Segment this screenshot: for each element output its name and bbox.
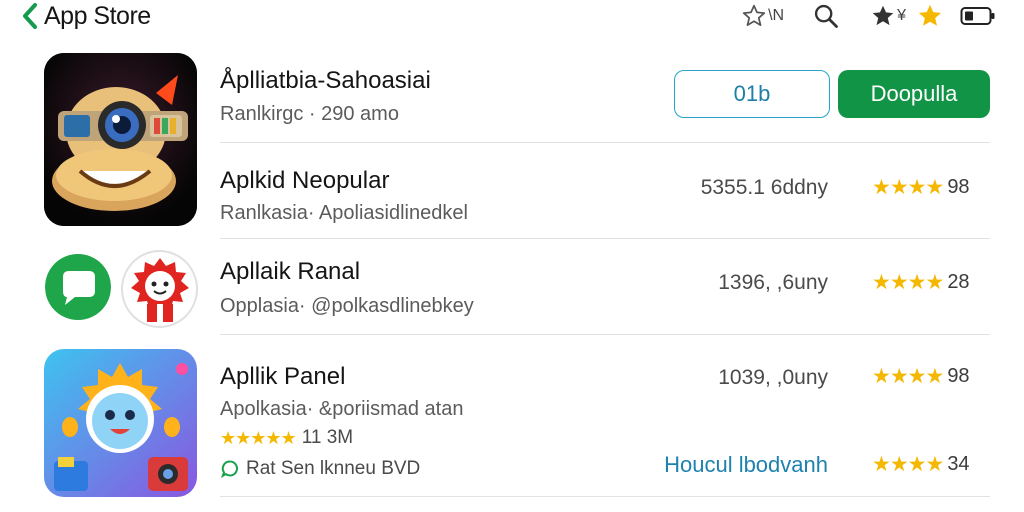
featured-button[interactable] bbox=[916, 2, 944, 30]
star-icon-text: \N bbox=[768, 7, 785, 24]
search-icon bbox=[815, 4, 838, 28]
app-rating: ★★★★ 28 bbox=[872, 270, 970, 295]
search-button[interactable] bbox=[812, 2, 840, 30]
battery-indicator bbox=[960, 5, 996, 27]
row-divider bbox=[220, 238, 990, 239]
app-rating: ★★★★ 98 bbox=[872, 175, 970, 200]
app-name[interactable]: Apllik Panel bbox=[220, 363, 345, 391]
chevron-left-icon bbox=[23, 3, 37, 29]
app-icon-mascot[interactable] bbox=[121, 250, 198, 328]
star-filled-dark-icon bbox=[872, 5, 894, 26]
app-subtitle: Ranlkasia· Apoliasidlinedkel bbox=[220, 202, 468, 224]
favorite-button[interactable]: \N bbox=[741, 3, 784, 29]
app-name[interactable]: Apllaik Ranal bbox=[220, 258, 360, 286]
rating-stars: ★★★★ bbox=[872, 271, 944, 294]
mini-rating-stars: ★★★★★ bbox=[220, 427, 297, 448]
rating-stars: ★★★★ bbox=[872, 453, 944, 476]
ratings-button[interactable]: ¥ bbox=[870, 3, 906, 29]
back-label: App Store bbox=[44, 1, 151, 30]
app-meta: 1039, ,0uny bbox=[718, 366, 828, 389]
top-bar: App Store \N ¥ bbox=[0, 0, 1024, 34]
open-button[interactable]: 01b bbox=[674, 70, 830, 118]
chat-bubble-icon bbox=[45, 254, 111, 320]
battery-icon bbox=[960, 7, 995, 25]
app-subtitle: Apolkasia· &poriismad atan bbox=[220, 398, 464, 420]
rating-value: 98 bbox=[947, 365, 970, 387]
rating-value: 34 bbox=[947, 453, 970, 475]
star-gold-icon bbox=[918, 4, 942, 26]
app-icon-camera-robot[interactable] bbox=[44, 53, 197, 226]
row-divider bbox=[220, 496, 990, 497]
mini-rating: ★★★★★ 11 3M bbox=[220, 427, 353, 449]
app-tagline: Rat Sen lknneu BVD bbox=[220, 458, 420, 480]
app-name[interactable]: Åplliatbia-Sahoasiai bbox=[220, 67, 431, 95]
rating-value: 98 bbox=[947, 176, 970, 198]
dark-star-text: ¥ bbox=[897, 7, 906, 24]
top-icons: \N ¥ bbox=[741, 0, 996, 32]
back-button[interactable]: App Store bbox=[20, 0, 151, 32]
get-button[interactable]: Doopulla bbox=[838, 70, 990, 118]
star-outline-icon bbox=[742, 4, 766, 26]
promo-link[interactable]: Houcul lbodvanh bbox=[664, 452, 828, 478]
app-icon-chat[interactable] bbox=[45, 251, 111, 323]
rating-value: 28 bbox=[947, 271, 970, 293]
app-name[interactable]: Aplkid Neopular bbox=[220, 167, 389, 195]
row-divider bbox=[220, 142, 990, 143]
camera-robot-icon bbox=[44, 53, 197, 226]
chat-outline-icon bbox=[220, 460, 238, 478]
promo-rating: ★★★★ 34 bbox=[872, 452, 970, 477]
rating-stars: ★★★★ bbox=[872, 176, 944, 199]
app-store-screen: App Store \N ¥ Åplliatbia-Sahoasiai Ranl… bbox=[0, 0, 1024, 512]
rating-stars: ★★★★ bbox=[872, 365, 944, 388]
app-meta: 5355.1 6ddny bbox=[700, 176, 828, 199]
app-subtitle: Opplasia· @polkasdlinebkey bbox=[220, 295, 474, 317]
row-divider bbox=[220, 334, 990, 335]
mascot-icon bbox=[131, 258, 189, 322]
tagline-text: Rat Sen lknneu BVD bbox=[246, 458, 421, 479]
app-meta: 1396, ,6uny bbox=[718, 271, 828, 294]
app-subtitle: Ranlkirgc · 290 amo bbox=[220, 103, 399, 125]
sun-character-icon bbox=[44, 349, 197, 497]
app-rating: ★★★★ 98 bbox=[872, 364, 970, 389]
mini-rating-count: 11 3M bbox=[301, 427, 354, 448]
app-icon-sun-character[interactable] bbox=[44, 349, 197, 497]
